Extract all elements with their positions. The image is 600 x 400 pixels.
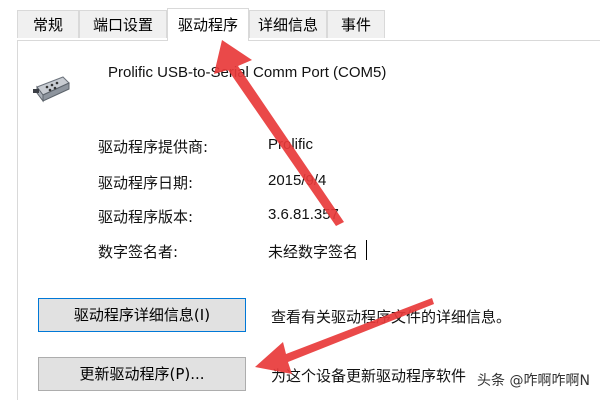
driver-details-button[interactable]: 驱动程序详细信息(I) <box>38 298 246 332</box>
update-driver-button[interactable]: 更新驱动程序(P)... <box>38 357 246 391</box>
signer-label: 数字签名者: <box>98 243 179 261</box>
provider-value: Prolific <box>268 136 314 153</box>
serial-port-connector-icon <box>33 73 73 111</box>
version-label: 驱动程序版本: <box>98 208 194 226</box>
signer-value: 未经数字签名 <box>268 244 359 261</box>
version-value: 3.6.81.357 <box>268 206 339 223</box>
tab-strip: 常规 端口设置 驱动程序 详细信息 事件 <box>0 0 600 41</box>
watermark: 头条 @咋啊咋啊N <box>475 370 592 390</box>
tab-port-settings[interactable]: 端口设置 <box>79 10 167 38</box>
device-name: Prolific USB-to-Serial Comm Port (COM5) <box>108 64 387 81</box>
driver-details-description: 查看有关驱动程序文件的详细信息。 <box>271 308 512 326</box>
text-caret <box>366 240 367 260</box>
tab-details[interactable]: 详细信息 <box>249 10 327 38</box>
update-driver-description: 为这个设备更新驱动程序软件 <box>271 367 467 385</box>
tab-events[interactable]: 事件 <box>327 10 385 38</box>
provider-label: 驱动程序提供商: <box>98 138 209 156</box>
tab-general[interactable]: 常规 <box>17 10 79 38</box>
tab-driver[interactable]: 驱动程序 <box>167 8 249 41</box>
date-value: 2015/9/4 <box>268 172 327 189</box>
date-label: 驱动程序日期: <box>98 174 194 192</box>
